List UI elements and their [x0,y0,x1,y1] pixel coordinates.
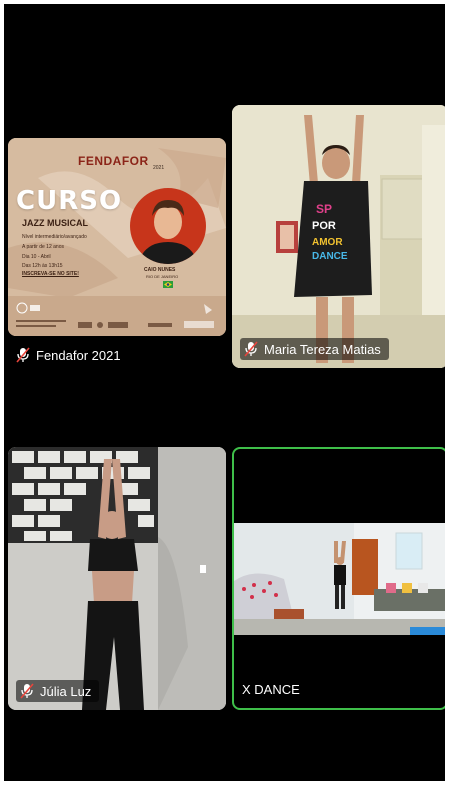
poster-brand: FENDAFOR [78,154,149,168]
participant-tile-julia[interactable]: Júlia Luz [8,447,226,710]
brazil-flag-icon [163,281,173,288]
poster-subtitle: JAZZ MUSICAL [22,218,88,228]
participant-name: Maria Tereza Matias [264,341,381,357]
meeting-gallery-view: FENDAFOR 2021 CURSO JAZZ MUSICAL Nível i… [4,4,445,781]
poster-cta: INSCREVA-SE NO SITE! [22,271,79,277]
poster-info-line: Nível intermediário/avançado [22,234,87,240]
poster-teacher-name: CAIO NUNES [144,267,176,273]
participant-name-tag: X DANCE [242,678,300,700]
svg-text:POR: POR [312,220,336,232]
mic-off-icon [20,683,34,699]
participant-name: X DANCE [242,681,300,697]
participant-tile-fendafor[interactable]: FENDAFOR 2021 CURSO JAZZ MUSICAL Nível i… [8,138,226,336]
svg-text:DANCE: DANCE [312,251,348,262]
mic-off-icon [244,341,258,357]
svg-text:AMOR: AMOR [312,237,343,248]
poster-year: 2021 [153,165,165,171]
participant-name-tag: Maria Tereza Matias [240,338,389,360]
participant-name-tag: Júlia Luz [16,680,100,702]
svg-text:SP: SP [316,202,332,216]
participant-name: Júlia Luz [40,683,92,699]
poster-info-line: A partir de 12 anos [22,244,64,250]
participant-video: SP POR AMOR DANCE [232,105,445,368]
mic-off-icon [16,347,30,363]
participant-tile-maria[interactable]: SP POR AMOR DANCE Maria Tereza Matias [232,105,445,368]
poster-info-line: Dia 10 - Abril [22,254,51,260]
poster-footer [8,296,226,336]
poster-title: CURSO [16,186,123,216]
participant-name-tag: Fendafor 2021 [16,344,121,366]
participant-tile-xdance[interactable]: X DANCE [232,447,445,710]
participant-name: Fendafor 2021 [36,347,121,363]
poster-info-line: Das 12h às 13h15 [22,263,63,269]
participant-video [234,523,445,635]
teacher-photo [130,188,206,264]
participant-video [8,447,226,710]
poster-teacher-city: RIO DE JANEIRO [146,274,179,279]
